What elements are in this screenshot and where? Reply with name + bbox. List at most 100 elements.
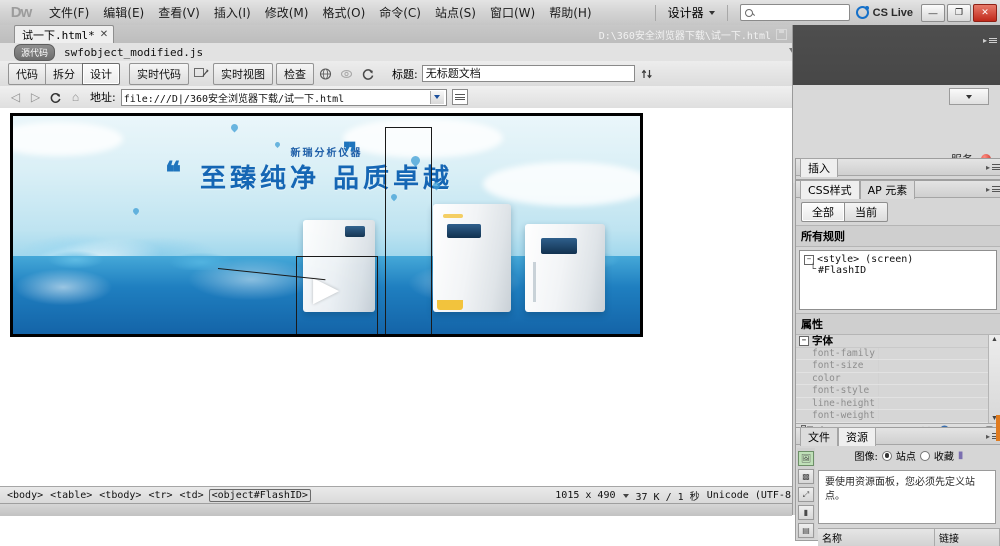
segment-current[interactable]: 当前 — [844, 202, 888, 222]
tab-insert[interactable]: 插入 — [800, 157, 838, 177]
panel-options-icon[interactable]: ▸ — [986, 163, 1000, 172]
save-icon[interactable] — [776, 28, 787, 40]
chevron-down-icon[interactable] — [622, 493, 629, 498]
tab-files[interactable]: 文件 — [800, 426, 838, 446]
page-title-input[interactable]: 无标题文档 — [421, 65, 635, 82]
column-name[interactable]: 名称 — [818, 529, 935, 546]
rule-flashid[interactable]: #FlashID — [804, 264, 992, 276]
live-view-button[interactable]: 实时视图 — [213, 62, 273, 85]
css-panel-bar: CSS样式 AP 元素 ▸ — [796, 179, 1000, 199]
tab-css-styles[interactable]: CSS样式 — [800, 179, 860, 199]
design-view-button[interactable]: 设计 — [82, 62, 120, 85]
segment-all[interactable]: 全部 — [801, 202, 845, 222]
properties-group-row: − 字体 — [796, 335, 988, 348]
radio-site-icon[interactable] — [881, 450, 892, 461]
selection-rectangle-left[interactable] — [296, 256, 378, 334]
menu-view[interactable]: 查看(V) — [151, 1, 207, 24]
dock-resize-handle[interactable] — [996, 415, 1000, 441]
inspect-button[interactable]: 检查 — [276, 62, 314, 85]
document-tab[interactable]: 试一下.html* ✕ — [14, 25, 115, 43]
files-panel-bar: 文件 资源 ▸ — [796, 426, 1000, 446]
css-styles-panel: CSS样式 AP 元素 ▸ 全部 当前 所有规则 − <style> (scre… — [795, 179, 1000, 439]
flash-banner[interactable]: 新瑞分析仪器 ❝ ❞ 至臻纯净 品质卓越 ▶ — [13, 116, 640, 334]
shockwave-icon[interactable]: ▤ — [798, 523, 814, 538]
panel-options-icon[interactable]: ▸ — [986, 185, 1000, 194]
refresh-icon[interactable] — [48, 90, 63, 105]
workspace-switcher[interactable]: 设计器 — [662, 2, 721, 23]
menu-file[interactable]: 文件(F) — [42, 1, 96, 24]
expander-icon[interactable]: − — [804, 254, 814, 265]
radio-site-label[interactable]: 站点 — [896, 448, 916, 463]
forward-icon[interactable]: ▷ — [28, 90, 43, 105]
css-rules-tree[interactable]: − <style> (screen) #FlashID — [799, 250, 997, 310]
browserlab-dropdown[interactable] — [949, 88, 989, 105]
dreamweaver-logo-icon: Dw — [10, 4, 33, 21]
properties-scrollbar[interactable]: ▲ ▼ — [988, 335, 1000, 423]
live-code-button[interactable]: 实时代码 — [129, 62, 189, 85]
flash-icon[interactable]: ▮ — [798, 505, 814, 520]
scroll-up-icon[interactable]: ▲ — [991, 336, 998, 343]
document-tab-label: 试一下.html* — [22, 28, 95, 42]
related-files-bar: 源代码 swfobject_modified.js — [0, 43, 806, 62]
selection-rectangle-center[interactable] — [385, 127, 432, 334]
close-button[interactable]: ✕ — [973, 3, 997, 22]
search-input[interactable] — [739, 4, 850, 21]
tag-body[interactable]: <body> — [5, 490, 45, 501]
images-icon[interactable]: 🖼 — [798, 451, 814, 466]
menu-modify[interactable]: 修改(M) — [258, 1, 316, 24]
menu-edit[interactable]: 编辑(E) — [96, 1, 151, 24]
menu-site[interactable]: 站点(S) — [428, 1, 483, 24]
minimize-button[interactable]: — — [921, 3, 945, 22]
property-row[interactable]: font-weight — [796, 410, 988, 423]
window-size-label[interactable]: 1015 x 490 — [555, 490, 615, 501]
menu-commands[interactable]: 命令(C) — [372, 1, 428, 24]
panel-options-icon[interactable]: ▸ — [983, 36, 997, 45]
tag-tr[interactable]: <tr> — [146, 490, 174, 501]
inspect-code-icon[interactable] — [192, 65, 210, 82]
refresh-icon[interactable] — [359, 65, 377, 82]
rule-style-screen[interactable]: − <style> (screen) — [804, 254, 992, 265]
menu-format[interactable]: 格式(O) — [315, 1, 372, 24]
column-link[interactable]: 链接 — [935, 529, 1000, 546]
source-code-button[interactable]: 源代码 — [14, 43, 56, 61]
property-row[interactable]: color — [796, 372, 988, 385]
tag-td[interactable]: <td> — [178, 490, 206, 501]
home-icon[interactable]: ⌂ — [68, 90, 83, 105]
file-management-icon[interactable] — [639, 65, 657, 82]
menu-window[interactable]: 窗口(W) — [483, 1, 542, 24]
property-row[interactable]: font-family — [796, 347, 988, 360]
tab-ap-elements[interactable]: AP 元素 — [859, 179, 916, 199]
tab-assets[interactable]: 资源 — [838, 426, 876, 446]
colors-icon[interactable]: ▩ — [798, 469, 814, 484]
split-view-button[interactable]: 拆分 — [45, 62, 83, 85]
list-icon[interactable] — [451, 89, 468, 105]
related-file-swfobject[interactable]: swfobject_modified.js — [64, 46, 203, 59]
back-icon[interactable]: ◁ — [8, 90, 23, 105]
address-input[interactable]: file:///D|/360安全浏览器下载/试一下.html — [120, 88, 447, 106]
tag-object-flashid[interactable]: <object#FlashID> — [208, 489, 311, 502]
assets-column-header: 名称 链接 — [818, 528, 1000, 546]
chevron-down-icon[interactable] — [429, 90, 444, 104]
property-row[interactable]: font-size — [796, 360, 988, 373]
title-bar-right: 设计器 CS Live — ❐ ✕ — [649, 2, 1000, 23]
property-row[interactable]: font-style — [796, 385, 988, 398]
rule-label: #FlashID — [818, 265, 867, 276]
property-row[interactable]: line-height — [796, 397, 988, 410]
radio-favorites-icon[interactable] — [919, 450, 930, 461]
close-icon[interactable]: ✕ — [100, 29, 108, 40]
chevron-down-icon — [708, 10, 715, 15]
design-canvas[interactable]: 新瑞分析仪器 ❝ ❞ 至臻纯净 品质卓越 ▶ — [0, 108, 792, 486]
cs-live-icon — [855, 6, 869, 19]
menu-insert[interactable]: 插入(I) — [207, 1, 258, 24]
radio-favorites-label[interactable]: 收藏 — [934, 448, 954, 463]
menu-help[interactable]: 帮助(H) — [542, 1, 598, 24]
cs-live-button[interactable]: CS Live — [855, 6, 913, 19]
urls-icon[interactable]: ⤢ — [798, 487, 814, 502]
code-view-button[interactable]: 代码 — [8, 62, 46, 85]
tag-table[interactable]: <table> — [48, 490, 94, 501]
restore-button[interactable]: ❐ — [947, 3, 971, 22]
globe-icon[interactable] — [317, 65, 335, 82]
tag-tbody[interactable]: <tbody> — [97, 490, 143, 501]
expander-icon[interactable]: − — [799, 335, 809, 346]
visual-aids-icon[interactable] — [338, 65, 356, 82]
